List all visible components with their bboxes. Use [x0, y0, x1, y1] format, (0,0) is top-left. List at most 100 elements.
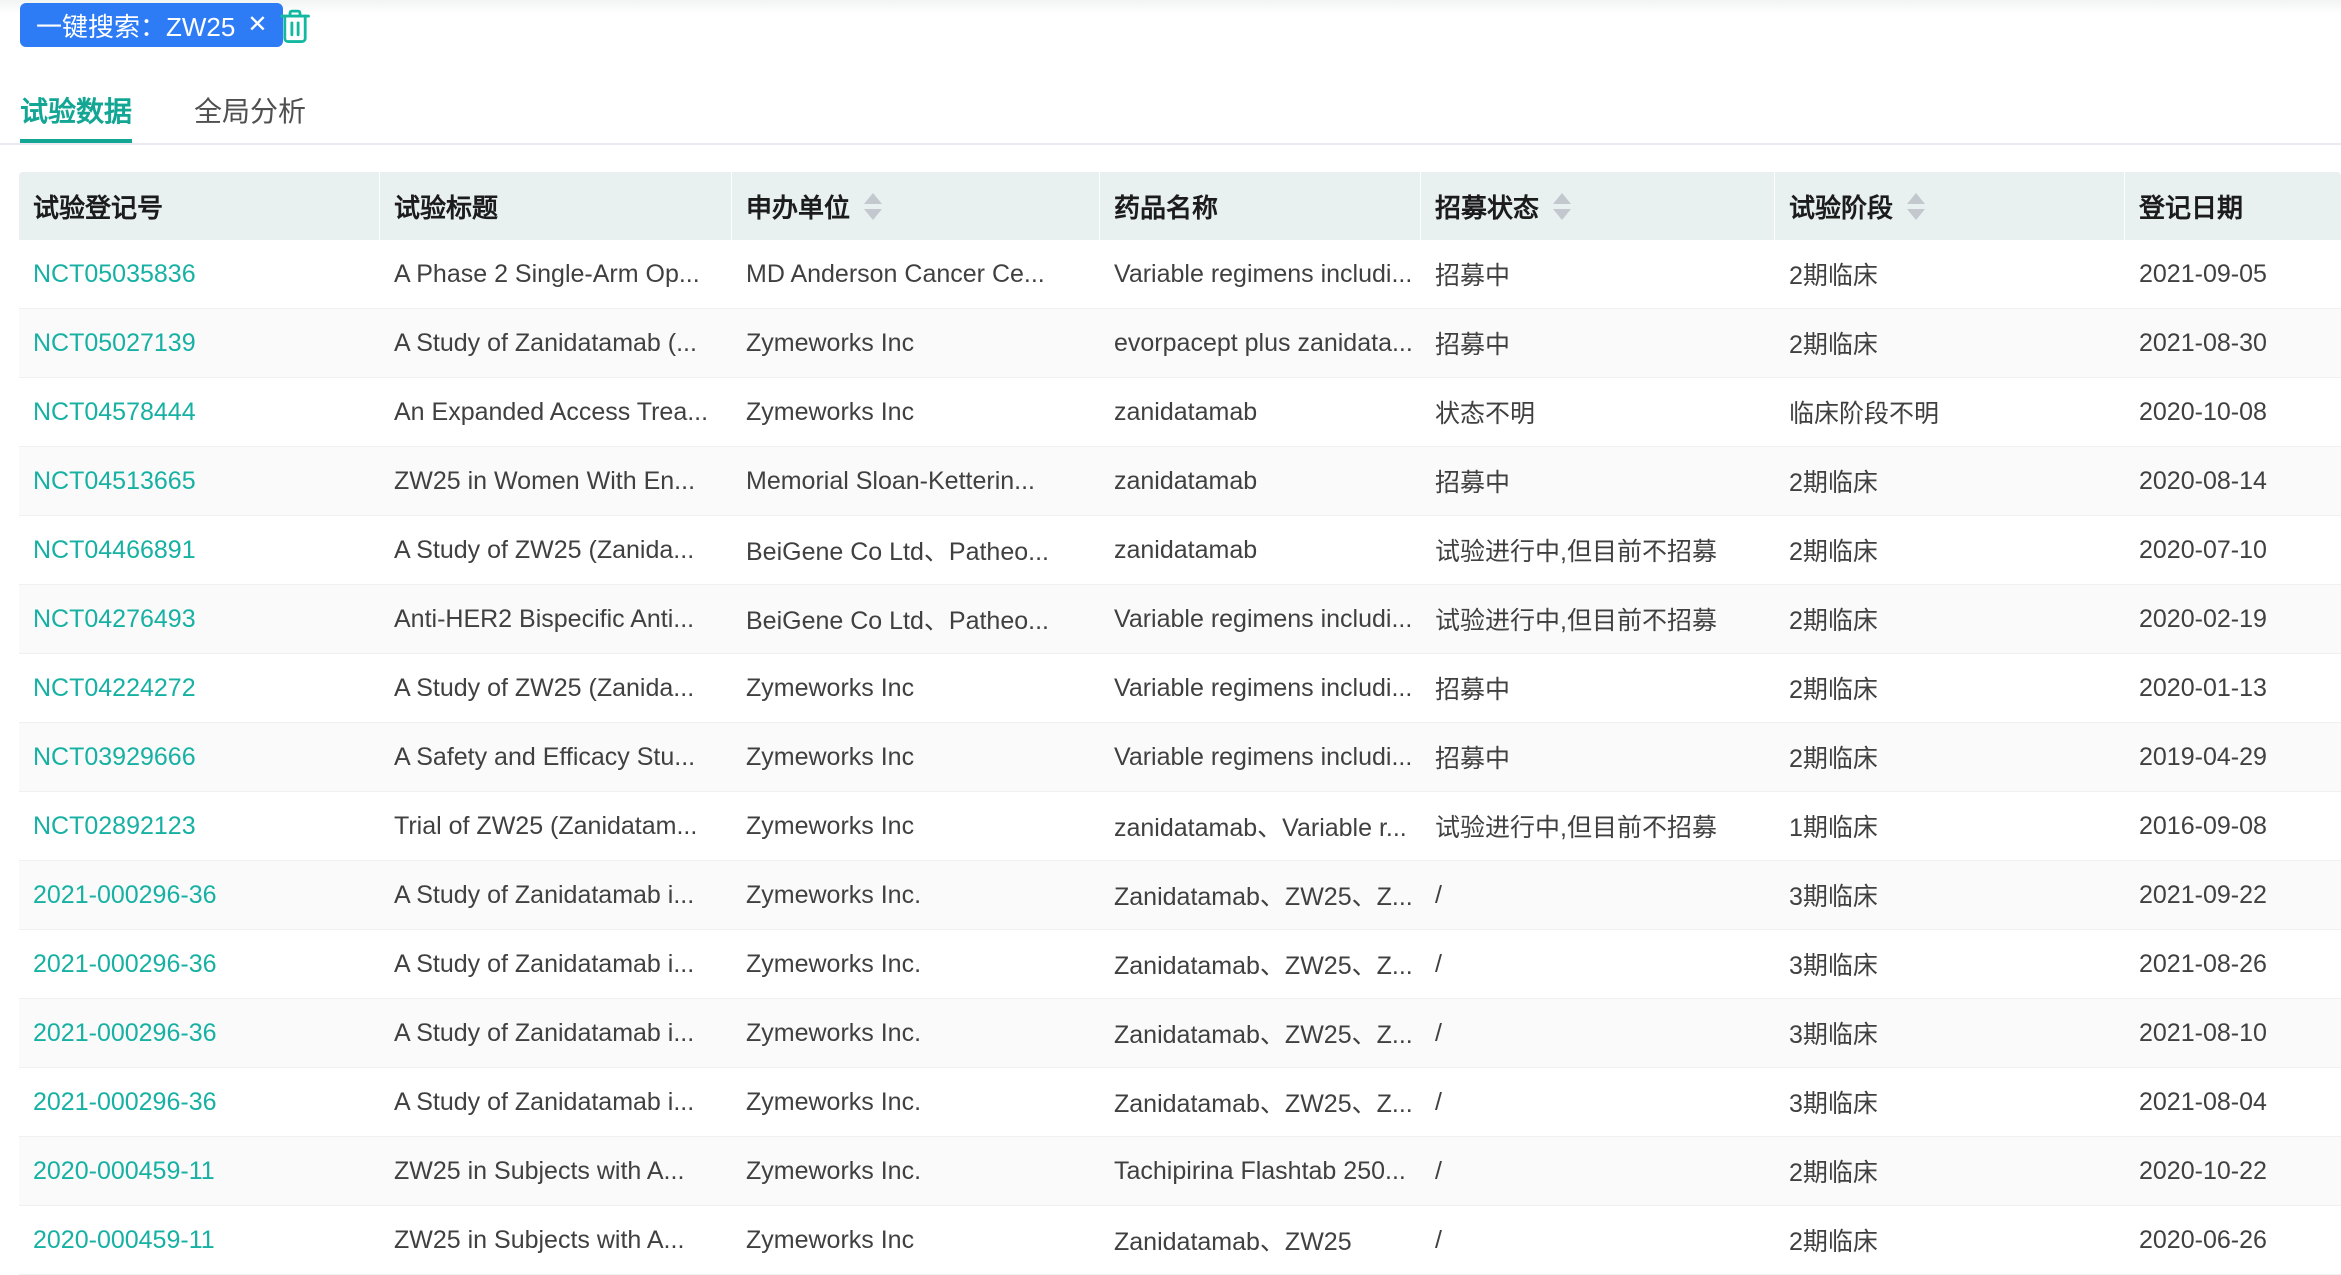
cell-sponsor: Zymeworks Inc	[732, 329, 1100, 358]
cell-status: 招募中	[1421, 739, 1775, 775]
tab-trial-data[interactable]: 试验数据	[20, 85, 132, 143]
cell-status: 试验进行中,但目前不招募	[1421, 601, 1775, 637]
cell-phase: 2期临床	[1775, 739, 2125, 775]
trial-id-link[interactable]: NCT03929666	[19, 743, 380, 772]
caret-up-icon	[1553, 193, 1571, 204]
search-filter-tag[interactable]: 一键搜索：ZW25 ✕	[20, 3, 283, 47]
column-header-sponsor[interactable]: 申办单位	[732, 172, 1100, 240]
cell-title: ZW25 in Subjects with A...	[380, 1226, 732, 1255]
cell-phase: 2期临床	[1775, 1222, 2125, 1258]
trial-id-link[interactable]: NCT04224272	[19, 674, 380, 703]
trial-id-link[interactable]: NCT05027139	[19, 329, 380, 358]
table-row: NCT04578444An Expanded Access Trea...Zym…	[19, 378, 2341, 447]
cell-date: 2020-07-10	[2125, 536, 2341, 565]
cell-sponsor: Zymeworks Inc.	[732, 1157, 1100, 1186]
cell-sponsor: Zymeworks Inc	[732, 812, 1100, 841]
trial-id-link[interactable]: NCT04466891	[19, 536, 380, 565]
trial-id-link[interactable]: 2021-000296-36	[19, 1088, 380, 1117]
cell-drug: zanidatamab	[1100, 467, 1421, 496]
top-shadow-gradient	[0, 0, 2341, 14]
cell-phase: 2期临床	[1775, 1153, 2125, 1189]
cell-sponsor: Zymeworks Inc	[732, 743, 1100, 772]
cell-date: 2020-08-14	[2125, 467, 2341, 496]
trial-id-link[interactable]: NCT04276493	[19, 605, 380, 634]
trial-id-link[interactable]: 2021-000296-36	[19, 950, 380, 979]
cell-title: A Study of Zanidatamab (...	[380, 329, 732, 358]
cell-date: 2016-09-08	[2125, 812, 2341, 841]
trials-table: 试验登记号试验标题 申办单位 药品名称 招募状态 试验阶段登记日期 NCT0503583…	[19, 172, 2341, 1275]
cell-drug: Variable regimens includi...	[1100, 674, 1421, 703]
table-row: NCT04276493Anti-HER2 Bispecific Anti...B…	[19, 585, 2341, 654]
cell-title: Anti-HER2 Bispecific Anti...	[380, 605, 732, 634]
cell-date: 2020-01-13	[2125, 674, 2341, 703]
cell-date: 2019-04-29	[2125, 743, 2341, 772]
cell-date: 2020-06-26	[2125, 1226, 2341, 1255]
cell-status: 招募中	[1421, 670, 1775, 706]
cell-sponsor: Memorial Sloan-Ketterin...	[732, 467, 1100, 496]
column-header-label: 申办单位	[746, 188, 850, 225]
cell-status: 试验进行中,但目前不招募	[1421, 532, 1775, 568]
trial-id-link[interactable]: NCT04578444	[19, 398, 380, 427]
cell-title: A Study of Zanidatamab i...	[380, 1019, 732, 1048]
cell-title: An Expanded Access Trea...	[380, 398, 732, 427]
column-header-label: 招募状态	[1435, 188, 1539, 225]
cell-drug: evorpacept plus zanidata...	[1100, 329, 1421, 358]
table-row: NCT03929666A Safety and Efficacy Stu...Z…	[19, 723, 2341, 792]
trial-id-link[interactable]: NCT02892123	[19, 812, 380, 841]
cell-status: 招募中	[1421, 256, 1775, 292]
trial-id-link[interactable]: NCT05035836	[19, 260, 380, 289]
column-header-phase[interactable]: 试验阶段	[1775, 172, 2125, 240]
cell-sponsor: Zymeworks Inc	[732, 1226, 1100, 1255]
cell-drug: Variable regimens includi...	[1100, 260, 1421, 289]
trial-id-link[interactable]: 2021-000296-36	[19, 881, 380, 910]
cell-drug: Variable regimens includi...	[1100, 743, 1421, 772]
cell-phase: 2期临床	[1775, 601, 2125, 637]
sort-icon[interactable]	[1553, 193, 1571, 220]
sort-icon[interactable]	[864, 193, 882, 220]
tab-bar: 试验数据 全局分析	[0, 85, 2341, 145]
trash-icon	[278, 7, 312, 45]
column-header-trial-id: 试验登记号	[19, 172, 380, 240]
trial-id-link[interactable]: NCT04513665	[19, 467, 380, 496]
cell-drug: Zanidatamab、ZW25	[1100, 1222, 1421, 1258]
cell-title: A Study of Zanidatamab i...	[380, 881, 732, 910]
cell-drug: zanidatamab	[1100, 536, 1421, 565]
caret-down-icon	[1553, 209, 1571, 220]
cell-sponsor: MD Anderson Cancer Ce...	[732, 260, 1100, 289]
cell-date: 2020-10-08	[2125, 398, 2341, 427]
table-header-row: 试验登记号试验标题 申办单位 药品名称 招募状态 试验阶段登记日期	[19, 172, 2341, 240]
trial-id-link[interactable]: 2020-000459-11	[19, 1226, 380, 1255]
cell-phase: 3期临床	[1775, 1015, 2125, 1051]
table-row: NCT04466891A Study of ZW25 (Zanida...Bei…	[19, 516, 2341, 585]
cell-drug: zanidatamab、Variable r...	[1100, 808, 1421, 844]
cell-title: A Study of ZW25 (Zanida...	[380, 674, 732, 703]
table-row: 2020-000459-11ZW25 in Subjects with A...…	[19, 1137, 2341, 1206]
search-tag-label: 一键搜索：ZW25	[36, 7, 235, 44]
clear-filters-button[interactable]	[277, 6, 313, 46]
column-header-date: 登记日期	[2125, 172, 2341, 240]
cell-status: /	[1421, 1226, 1775, 1255]
column-header-label: 药品名称	[1114, 188, 1218, 225]
column-header-label: 试验标题	[394, 188, 498, 225]
tab-global-analysis[interactable]: 全局分析	[194, 85, 306, 143]
cell-date: 2021-08-30	[2125, 329, 2341, 358]
cell-sponsor: Zymeworks Inc	[732, 674, 1100, 703]
column-header-status[interactable]: 招募状态	[1421, 172, 1775, 240]
table-body: NCT05035836A Phase 2 Single-Arm Op...MD …	[19, 240, 2341, 1275]
caret-up-icon	[864, 193, 882, 204]
close-icon[interactable]: ✕	[247, 13, 267, 37]
sort-icon[interactable]	[1907, 193, 1925, 220]
trial-id-link[interactable]: 2020-000459-11	[19, 1157, 380, 1186]
cell-sponsor: BeiGene Co Ltd、Patheo...	[732, 601, 1100, 637]
cell-sponsor: BeiGene Co Ltd、Patheo...	[732, 532, 1100, 568]
cell-title: A Phase 2 Single-Arm Op...	[380, 260, 732, 289]
cell-drug: Zanidatamab、ZW25、Z...	[1100, 1084, 1421, 1120]
cell-status: /	[1421, 1157, 1775, 1186]
trial-id-link[interactable]: 2021-000296-36	[19, 1019, 380, 1048]
cell-date: 2021-09-05	[2125, 260, 2341, 289]
cell-phase: 3期临床	[1775, 1084, 2125, 1120]
cell-status: /	[1421, 1088, 1775, 1117]
column-header-drug: 药品名称	[1100, 172, 1421, 240]
table-row: 2021-000296-36A Study of Zanidatamab i..…	[19, 1068, 2341, 1137]
cell-drug: Zanidatamab、ZW25、Z...	[1100, 1015, 1421, 1051]
